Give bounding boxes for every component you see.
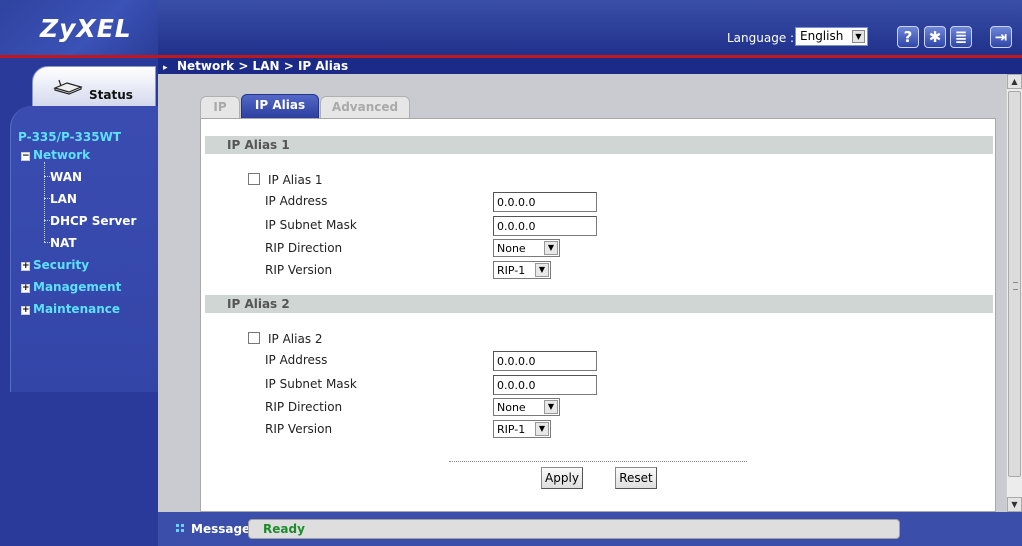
divider [449,461,747,462]
menu-management-label: Management [33,280,122,294]
chevron-down-icon: ▼ [535,422,549,436]
ip-address-input[interactable]: 0.0.0.0 [493,351,597,371]
tab-ip[interactable]: IP [200,96,240,118]
scroll-up-icon[interactable]: ▲ [1007,74,1022,89]
section-heading: IP Alias 2 [205,295,993,313]
message-icon [176,524,184,532]
apply-button[interactable]: Apply [541,467,583,489]
menu-security[interactable]: + Security [21,258,89,272]
rip-version-label: RIP Version [265,422,333,436]
subnet-mask-label: IP Subnet Mask [265,218,357,232]
chevron-down-icon: ▼ [544,400,558,414]
rip-direction-value: None [497,401,526,414]
top-header: ZyXEL Language : English ▼ ? ✱ ≣ ⇥ [0,0,1022,58]
scroll-thumb[interactable] [1008,91,1021,477]
language-value: English [800,29,844,43]
content-panel: IP Alias 1 IP Alias 1 IP Address 0.0.0.0… [200,118,996,512]
language-label: Language : [727,31,795,45]
message-bar: Message Ready [158,512,1022,546]
ip-address-label: IP Address [265,353,328,367]
scroll-down-icon[interactable]: ▼ [1007,497,1022,512]
status-label: Status [89,88,133,102]
chevron-down-icon: ▼ [535,263,549,277]
rip-direction-select[interactable]: None ▼ [493,239,560,257]
menu-security-label: Security [33,258,90,272]
sitemap-icon: ≣ [954,28,968,46]
sitemap-button[interactable]: ≣ [950,26,972,48]
reset-button[interactable]: Reset [615,467,657,489]
menu-network-label: Network [33,148,91,162]
sidebar-item-nat[interactable]: NAT [50,236,77,250]
router-icon [53,79,83,95]
ip-address-label: IP Address [265,194,328,208]
sidebar-item-lan[interactable]: LAN [50,192,77,206]
rip-direction-value: None [497,242,526,255]
grip-icon [1013,282,1018,290]
status-tab[interactable]: Status [32,66,156,110]
checkbox-label: IP Alias 2 [268,332,323,346]
tree-line [44,162,45,242]
tab-ip-alias[interactable]: IP Alias [241,94,319,118]
vertical-scrollbar[interactable]: ▲ ▼ [1006,74,1022,512]
logout-icon: ⇥ [994,28,1008,46]
chevron-down-icon: ▼ [544,241,558,255]
tab-advanced[interactable]: Advanced [320,96,410,118]
menu-maintenance[interactable]: + Maintenance [21,302,120,316]
zyxel-logo: ZyXEL [40,14,132,43]
main-area: IP IP Alias Advanced IP Alias 1 IP Alias… [158,74,1006,512]
help-icon: ? [903,28,913,46]
ip-address-input[interactable]: 0.0.0.0 [493,192,597,212]
section-heading: IP Alias 1 [205,136,993,154]
rip-direction-label: RIP Direction [265,241,343,255]
subnet-mask-label: IP Subnet Mask [265,377,357,391]
rip-direction-select[interactable]: None ▼ [493,398,560,416]
checkbox-label: IP Alias 1 [268,173,323,187]
help-button[interactable]: ? [897,26,919,48]
rip-version-select[interactable]: RIP-1 ▼ [493,420,551,438]
sidebar-item-wan[interactable]: WAN [50,170,82,184]
rip-version-value: RIP-1 [497,423,526,436]
message-label: Message [191,522,251,536]
language-select[interactable]: English ▼ [795,27,868,46]
rip-version-label: RIP Version [265,263,333,277]
expand-icon: + [21,261,30,271]
subnet-mask-input[interactable]: 0.0.0.0 [493,216,597,236]
menu-management[interactable]: + Management [21,280,121,294]
message-field: Ready [248,519,900,539]
wizard-icon: ✱ [928,28,942,46]
rip-version-value: RIP-1 [497,264,526,277]
menu-maintenance-label: Maintenance [33,302,121,316]
expand-icon: + [21,305,30,315]
breadcrumb-text: Network > LAN > IP Alias [177,59,349,73]
logo-area: ZyXEL [0,0,158,55]
breadcrumb: ▸ Network > LAN > IP Alias [158,58,1022,74]
ip-alias-1-checkbox[interactable] [248,173,260,185]
sidebar-item-dhcp-server[interactable]: DHCP Server [50,214,136,228]
wizard-button[interactable]: ✱ [924,26,946,48]
ip-alias-2-checkbox[interactable] [248,332,260,344]
chevron-down-icon: ▼ [852,30,865,43]
expand-icon: + [21,283,30,293]
rip-direction-label: RIP Direction [265,400,343,414]
menu-network[interactable]: − Network [21,148,90,162]
logout-button[interactable]: ⇥ [990,26,1012,48]
rip-version-select[interactable]: RIP-1 ▼ [493,261,551,279]
model-name[interactable]: P-335/P-335WT [18,130,121,144]
collapse-icon: − [21,151,30,161]
subnet-mask-input[interactable]: 0.0.0.0 [493,375,597,395]
sidebar: Status P-335/P-335WT − Network WAN LAN DH… [0,58,158,546]
